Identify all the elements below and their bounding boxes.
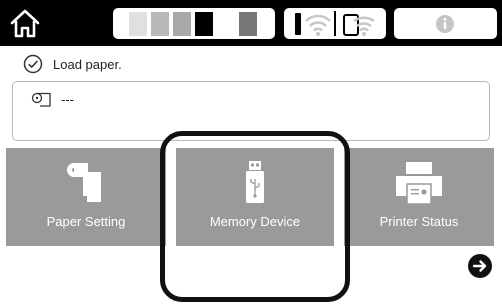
ink-level-2 [151, 12, 169, 36]
ink-level-1 [129, 12, 147, 36]
status-message: Load paper. [53, 56, 122, 72]
printer-icon [396, 162, 442, 205]
status-row: Load paper. [0, 47, 502, 81]
ink-level-5 [239, 12, 257, 36]
check-circle-icon [23, 54, 43, 74]
home-icon [10, 9, 40, 38]
wifi-direct-icon [343, 14, 375, 36]
arrow-right-icon [468, 254, 492, 278]
paper-value: --- [61, 92, 74, 107]
network-divider [334, 11, 336, 36]
tile-paper-setting[interactable]: Paper Setting [6, 148, 166, 246]
paper-source-box[interactable]: --- [12, 81, 490, 141]
usb-memory-icon [246, 161, 264, 203]
ink-level-3 [173, 12, 191, 36]
network-status-panel[interactable] [284, 8, 386, 39]
tile-printer-status[interactable]: Printer Status [344, 148, 494, 246]
info-icon [436, 15, 454, 33]
wired-lan-icon [295, 13, 301, 35]
tile-label-paper-setting: Paper Setting [46, 214, 126, 229]
next-page-button[interactable] [467, 253, 493, 279]
tile-label-printer-status: Printer Status [379, 214, 459, 229]
info-button[interactable] [394, 8, 497, 39]
menu-tiles: Paper Setting Memory Device Printer Stat… [6, 148, 498, 246]
tile-label-memory-device: Memory Device [209, 214, 301, 229]
ink-level-panel[interactable] [113, 8, 275, 39]
paper-setting-icon [67, 163, 101, 202]
ink-level-4 [195, 12, 213, 36]
home-button[interactable] [6, 5, 44, 41]
tile-memory-device[interactable]: Memory Device [176, 148, 334, 246]
wifi-icon [305, 14, 331, 36]
roll-paper-icon [31, 92, 51, 107]
top-bar [0, 0, 502, 46]
